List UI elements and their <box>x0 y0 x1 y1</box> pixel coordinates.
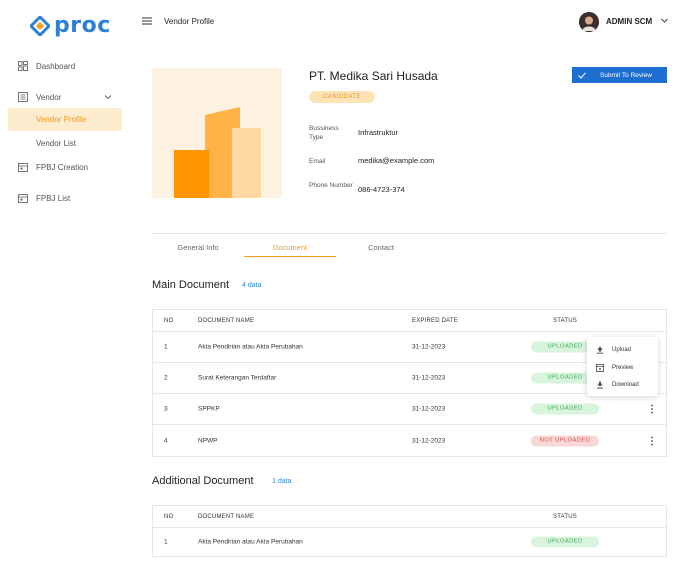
tab-active-indicator <box>244 256 336 257</box>
column-header-status: STATUS <box>553 317 577 324</box>
row-action-menu: Upload Preview Download <box>587 337 658 396</box>
row-document-name: NPWP <box>198 437 218 444</box>
chevron-down-icon[interactable] <box>104 93 112 101</box>
table-header: NO DOCUMENT NAME EXPIRED DATE STATUS <box>153 310 666 332</box>
column-header-no: NO <box>164 317 174 324</box>
table-header: NO DOCUMENT NAME STATUS <box>153 506 666 528</box>
phone-number-value: 086-4723-374 <box>358 185 405 194</box>
logo-text: proc <box>54 13 111 38</box>
status-badge: CANDIDATE <box>309 91 375 103</box>
row-status-cell: UPLOADED <box>531 536 599 548</box>
table-row: 3 SPPKP 31-12-2023 UPLOADED <box>153 394 666 425</box>
menu-item-label: Upload <box>612 346 632 353</box>
row-expired-date: 31-12-2023 <box>412 374 446 382</box>
row-document-name: SPPKP <box>198 405 220 413</box>
menu-item-download[interactable]: Download <box>587 376 658 393</box>
column-header-expired-date: EXPIRED DATE <box>412 317 458 324</box>
additional-document-table: NO DOCUMENT NAME STATUS 1 Akta Pendirian… <box>152 505 667 557</box>
status-badge: NOT UPLOADED <box>531 435 599 446</box>
chevron-down-icon[interactable] <box>660 16 669 25</box>
row-expired-date: 31-12-2023 <box>412 343 446 351</box>
check-icon <box>578 71 586 79</box>
dashboard-icon <box>18 61 28 71</box>
sidebar-item-label: Vendor <box>36 92 62 102</box>
status-badge: UPLOADED <box>531 403 599 415</box>
menu-item-label: Preview <box>612 364 634 371</box>
row-no: 1 <box>164 538 168 546</box>
business-type-value: Infrastruktur <box>358 128 399 137</box>
sidebar-item-vendor-list[interactable]: Vendor List <box>36 139 76 148</box>
more-vertical-icon[interactable] <box>650 436 654 446</box>
phone-number-label: Phone Number <box>309 182 353 189</box>
row-no: 4 <box>164 437 168 444</box>
company-name: PT. Medika Sari Husada <box>309 69 438 83</box>
menu-item-preview[interactable]: Preview <box>587 359 658 376</box>
column-header-document-name: DOCUMENT NAME <box>198 317 255 324</box>
logo[interactable]: proc <box>30 13 111 38</box>
submit-button-label: Submit To Review <box>600 71 652 79</box>
row-no: 1 <box>164 343 168 351</box>
table-row: 4 NPWP 31-12-2023 NOT UPLOADED <box>153 425 666 456</box>
additional-document-title: Additional Document <box>152 475 254 487</box>
avatar[interactable] <box>579 12 599 32</box>
download-icon <box>597 381 603 389</box>
sidebar-item-label: FPBJ Creation <box>36 162 89 172</box>
building-chart-icon <box>174 107 261 198</box>
status-badge: UPLOADED <box>531 536 599 548</box>
sidebar-item-vendor[interactable]: Vendor <box>0 92 128 102</box>
row-status-cell: UPLOADED <box>531 403 599 415</box>
tab-general-info[interactable]: General Info <box>152 243 244 252</box>
column-header-status: STATUS <box>553 513 577 520</box>
row-expired-date: 31-12-2023 <box>412 437 446 444</box>
sidebar-item-fpbj-creation[interactable]: FPBJ Creation <box>0 162 128 172</box>
sidebar: proc Dashboard Vendor Vendor Profile Ven… <box>0 0 128 570</box>
row-expired-date: 31-12-2023 <box>412 405 446 413</box>
vendor-illustration <box>152 68 282 198</box>
upload-icon <box>597 346 603 354</box>
additional-document-count: 1 data <box>272 478 292 485</box>
sidebar-item-fpbj-list[interactable]: FPBJ List <box>0 193 128 203</box>
more-vertical-icon[interactable] <box>650 404 654 414</box>
user-name[interactable]: ADMIN SCM <box>606 17 652 26</box>
sidebar-item-label: Dashboard <box>36 61 76 71</box>
business-type-label: Bussiness Type <box>309 125 339 141</box>
divider <box>152 233 667 234</box>
vendor-icon <box>18 92 28 102</box>
user-avatar-icon <box>579 12 599 32</box>
row-document-name: Surat Keterangan Terdaftar <box>198 374 277 382</box>
row-status-cell: NOT UPLOADED <box>531 435 599 446</box>
sidebar-item-dashboard[interactable]: Dashboard <box>0 61 128 71</box>
page-title: Vendor Profile <box>164 17 215 26</box>
row-document-name: Akta Pendirian atau Akta Perubahan <box>198 343 303 351</box>
column-header-document-name: DOCUMENT NAME <box>198 513 255 520</box>
main-document-count: 4 data <box>242 282 262 289</box>
row-document-name: Akta Pendirian atau Akta Perubahan <box>198 538 303 546</box>
tab-contact[interactable]: Contact <box>335 243 427 252</box>
row-no: 2 <box>164 374 168 382</box>
main-document-title: Main Document <box>152 279 230 291</box>
sidebar-subitem-label: Vendor Profile <box>36 115 87 124</box>
tab-document[interactable]: Document <box>244 243 336 252</box>
calendar-icon <box>18 194 28 203</box>
preview-icon <box>596 363 604 372</box>
row-no: 3 <box>164 405 168 413</box>
menu-item-upload[interactable]: Upload <box>587 341 658 358</box>
table-row: 1 Akta Pendirian atau Akta Perubahan UPL… <box>153 528 666 556</box>
menu-item-label: Download <box>612 381 639 388</box>
email-label: Email <box>309 158 326 165</box>
logo-mark-icon <box>30 15 50 36</box>
submit-to-review-button[interactable]: Submit To Review <box>572 67 667 83</box>
sidebar-item-vendor-profile[interactable]: Vendor Profile <box>8 108 122 131</box>
calendar-icon <box>18 163 28 172</box>
hamburger-menu-icon[interactable] <box>142 17 152 25</box>
column-header-no: NO <box>164 513 174 520</box>
sidebar-item-label: FPBJ List <box>36 193 71 203</box>
email-value: medika@example.com <box>358 156 435 165</box>
